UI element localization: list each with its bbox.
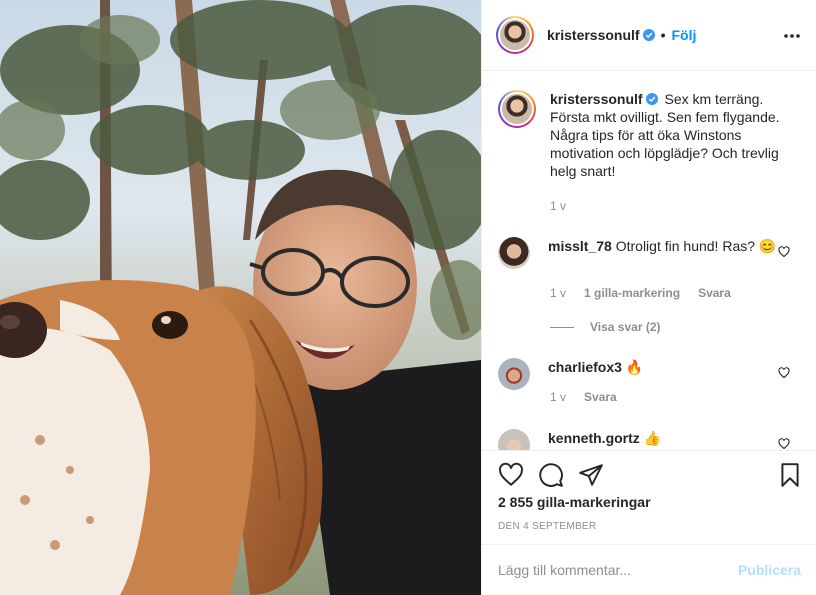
selfie-with-dog-image: [0, 0, 481, 595]
comment-reply-button[interactable]: Svara: [698, 286, 731, 300]
comment-row: kenneth.gortz 👍: [498, 429, 778, 450]
caption-row: kristerssonulf Sex km terräng. Första mk…: [498, 90, 780, 180]
comment-text-block: charliefox3 🔥: [548, 358, 778, 390]
verified-icon: [645, 93, 658, 105]
comment-avatar[interactable]: [498, 237, 530, 269]
post-sidebar: kristerssonulf • Följ kristerssonulf Sex…: [481, 0, 816, 595]
comment-like-heart-icon[interactable]: [778, 367, 790, 379]
comment-meta: 1 v 1 gilla-markering Svara: [550, 286, 731, 300]
comments-list[interactable]: kristerssonulf Sex km terräng. Första mk…: [482, 71, 816, 450]
avatar[interactable]: [496, 16, 534, 54]
heart-icon[interactable]: [498, 462, 524, 488]
bookmark-icon[interactable]: [777, 462, 803, 488]
comment-input[interactable]: [498, 562, 738, 578]
comment-text-block: misslt_78 Otroligt fin hund! Ras? 😊: [548, 237, 778, 269]
verified-icon: [642, 29, 655, 41]
follow-button[interactable]: Följ: [672, 27, 697, 43]
caption-time[interactable]: 1 v: [550, 199, 566, 213]
comment-avatar[interactable]: [498, 429, 530, 450]
post-date[interactable]: DEN 4 SEPTEMBER: [498, 521, 596, 532]
comment-time[interactable]: 1 v: [550, 286, 566, 300]
view-replies-label[interactable]: Visa svar (2): [590, 320, 661, 334]
caption-username[interactable]: kristerssonulf: [550, 91, 643, 107]
more-icon[interactable]: [783, 27, 801, 45]
post-photo[interactable]: [0, 0, 481, 595]
header-username[interactable]: kristerssonulf: [547, 27, 640, 43]
comment-reply-button[interactable]: Svara: [584, 390, 617, 404]
comment-row: charliefox3 🔥: [498, 358, 778, 390]
likes-count[interactable]: 2 855 gilla-markeringar: [498, 494, 651, 510]
comment-avatar[interactable]: [498, 358, 530, 390]
comment-username[interactable]: kenneth.gortz: [548, 430, 640, 446]
caption-text-block: kristerssonulf Sex km terräng. Första mk…: [550, 90, 780, 180]
post-header: kristerssonulf • Följ: [482, 0, 816, 71]
comment-username[interactable]: misslt_78: [548, 238, 612, 254]
comment-text: Otroligt fin hund! Ras? 😊: [615, 238, 777, 254]
comment-likes[interactable]: 1 gilla-markering: [584, 286, 680, 300]
comment-text: 🔥: [625, 359, 644, 375]
comment-username[interactable]: charliefox3: [548, 359, 622, 375]
comment-like-heart-icon[interactable]: [778, 438, 790, 450]
replies-divider-line: [550, 326, 574, 328]
caption-avatar[interactable]: [498, 90, 536, 128]
comment-like-heart-icon[interactable]: [778, 246, 790, 258]
action-bar: [482, 450, 816, 498]
comment-time[interactable]: 1 v: [550, 390, 566, 404]
view-replies-button[interactable]: Visa svar (2): [550, 320, 661, 334]
add-comment-bar: Publicera: [482, 544, 816, 595]
publish-button[interactable]: Publicera: [738, 562, 801, 578]
comment-text-block: kenneth.gortz 👍: [548, 429, 778, 450]
comment-row: misslt_78 Otroligt fin hund! Ras? 😊: [498, 237, 778, 269]
instagram-post: kristerssonulf • Följ kristerssonulf Sex…: [0, 0, 816, 595]
comment-text: 👍: [643, 430, 662, 446]
comment-meta: 1 v Svara: [550, 390, 617, 404]
comment-icon[interactable]: [538, 462, 564, 488]
share-icon[interactable]: [578, 462, 604, 488]
separator: •: [660, 27, 666, 43]
